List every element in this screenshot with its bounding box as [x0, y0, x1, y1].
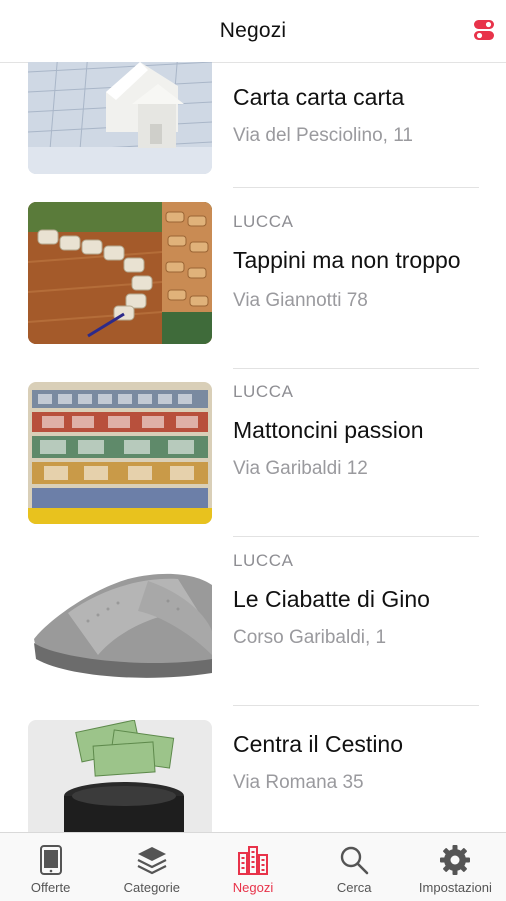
store-image: [28, 720, 212, 832]
tab-label: Cerca: [336, 880, 372, 895]
store-city: LUCCA: [233, 551, 294, 570]
search-icon: [341, 846, 369, 875]
store-name: Carta carta carta: [233, 84, 405, 110]
store-city: LUCCA: [233, 212, 294, 231]
store-image: [28, 202, 212, 344]
store-row[interactable]: LUCCA Mattoncini passion Via Garibaldi 1…: [0, 368, 506, 537]
store-image: [28, 62, 212, 174]
filter-button[interactable]: [472, 18, 496, 42]
store-address: Via Garibaldi 12: [233, 458, 368, 479]
store-name: Le Ciabatte di Gino: [233, 586, 430, 612]
store-image: [28, 551, 212, 693]
tab-impostazioni[interactable]: Impostazioni: [405, 833, 506, 901]
tab-cerca[interactable]: Cerca: [304, 833, 405, 901]
tab-bar: Offerte Categorie Negozi Cerca Impostazi…: [0, 832, 506, 901]
page-title: Negozi: [219, 19, 287, 42]
tab-label: Offerte: [30, 880, 71, 895]
store-address: Corso Garibaldi, 1: [233, 627, 387, 648]
gear-icon: [440, 845, 471, 875]
tab-negozi[interactable]: Negozi: [202, 833, 303, 901]
store-address: Via Romana 35: [233, 772, 364, 793]
store-row[interactable]: Centra il Cestino Via Romana 35: [0, 706, 506, 832]
store-name: Mattoncini passion: [233, 417, 424, 443]
layers-icon: [137, 847, 167, 875]
toggle-switches-icon: [474, 20, 494, 40]
store-name: Centra il Cestino: [233, 731, 404, 757]
store-address: Via Giannotti 78: [233, 290, 368, 311]
store-row[interactable]: LUCCA Tappini ma non troppo Via Giannott…: [0, 188, 506, 369]
store-row[interactable]: LUCCA Le Ciabatte di Gino Corso Garibald…: [0, 537, 506, 706]
store-image: [28, 382, 212, 524]
tablet-icon: [39, 845, 62, 875]
tab-categorie[interactable]: Categorie: [101, 833, 202, 901]
tab-label: Impostazioni: [418, 880, 492, 895]
navigation-bar: Negozi: [0, 0, 506, 63]
store-row[interactable]: Carta carta carta Via del Pesciolino, 11: [0, 62, 506, 188]
buildings-icon: [238, 846, 268, 875]
store-city: LUCCA: [233, 382, 294, 401]
tab-label: Categorie: [123, 880, 180, 895]
tab-label: Negozi: [232, 880, 274, 895]
store-address: Via del Pesciolino, 11: [233, 125, 413, 146]
tab-offerte[interactable]: Offerte: [0, 833, 101, 901]
store-name: Tappini ma non troppo: [233, 247, 461, 273]
store-list[interactable]: Carta carta carta Via del Pesciolino, 11: [0, 62, 506, 832]
